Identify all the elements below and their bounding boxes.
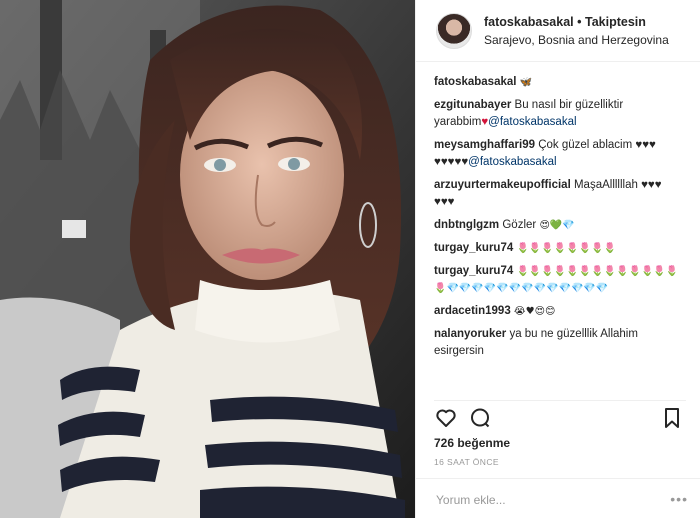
comment-emoji: 🌷🌷🌷🌷🌷🌷🌷🌷 <box>516 243 617 254</box>
post-photo[interactable] <box>0 0 415 518</box>
heart-outline-icon[interactable] <box>434 406 458 430</box>
comment-item: turgay_kuru74 🌷🌷🌷🌷🌷🌷🌷🌷🌷🌷🌷🌷🌷🌷💎💎💎💎💎💎💎💎💎💎💎💎… <box>434 263 684 297</box>
add-comment-bar: ••• <box>416 478 700 519</box>
comment-username[interactable]: arzuyurtermakeupofficial <box>434 179 571 191</box>
caption-text: 🦋 <box>519 77 533 88</box>
comment-username[interactable]: turgay_kuru74 <box>434 265 513 277</box>
comment-username[interactable]: ezgitunabayer <box>434 99 511 111</box>
bookmark-icon[interactable] <box>660 406 684 430</box>
actions-divider <box>434 400 686 401</box>
comment-list: fatoskabasakal 🦋 ezgitunabayer Bu nasıl … <box>416 62 700 360</box>
comment-username[interactable]: nalanyoruker <box>434 328 506 340</box>
caption: fatoskabasakal 🦋 <box>434 74 684 91</box>
comment-username[interactable]: turgay_kuru74 <box>434 242 513 254</box>
comment-username[interactable]: dnbtnglgzm <box>434 219 499 231</box>
comment-item: dnbtnglgzm Gözler 😍💚💎 <box>434 217 684 234</box>
comment-text: Çok güzel ablacim <box>538 139 633 151</box>
follow-status-button[interactable]: Takiptesin <box>585 15 646 29</box>
comment-item: arzuyurtermakeupofficial MaşaAllllllah ♥… <box>434 177 684 211</box>
comment-text: Gözler <box>502 219 537 231</box>
comment-item: ardacetin1993 😭♥😍😊 <box>434 303 684 320</box>
comment-item: nalanyoruker ya bu ne güzelllik Allahim … <box>434 326 684 360</box>
separator-dot: • <box>577 14 582 29</box>
post-header: fatoskabasakal • Takiptesin Sarajevo, Bo… <box>416 0 700 62</box>
comment-text: MaşaAllllllah <box>573 179 638 191</box>
caption-username[interactable]: fatoskabasakal <box>434 76 516 88</box>
comment-item: turgay_kuru74 🌷🌷🌷🌷🌷🌷🌷🌷 <box>434 240 684 257</box>
location-link[interactable]: Sarajevo, Bosnia and Herzegovina <box>484 31 669 49</box>
more-options-icon[interactable]: ••• <box>670 491 688 507</box>
instagram-post: fatoskabasakal • Takiptesin Sarajevo, Bo… <box>0 0 700 518</box>
header-username[interactable]: fatoskabasakal <box>484 15 574 29</box>
post-timestamp: 16 SAAT ÖNCE <box>434 457 499 467</box>
comment-mention[interactable]: @fatoskabasakal <box>488 116 576 128</box>
comment-emoji: 😭♥😍😊 <box>513 306 556 317</box>
comment-bubble-icon[interactable] <box>468 406 492 430</box>
post-sidebar: fatoskabasakal • Takiptesin Sarajevo, Bo… <box>415 0 700 518</box>
likes-count[interactable]: 726 beğenme <box>434 436 510 450</box>
comment-item: meysamghaffari99 Çok güzel ablacim ♥♥♥ ♥… <box>434 137 684 171</box>
comment-input[interactable] <box>434 489 668 511</box>
comment-emoji: 😍💚💎 <box>539 220 575 231</box>
selfie-image <box>0 0 415 518</box>
comment-mention[interactable]: @fatoskabasakal <box>468 156 556 168</box>
avatar[interactable] <box>436 12 472 49</box>
comment-item: ezgitunabayer Bu nasıl bir güzelliktir y… <box>434 97 684 131</box>
comment-username[interactable]: ardacetin1993 <box>434 305 511 317</box>
action-bar <box>434 406 684 430</box>
comment-username[interactable]: meysamghaffari99 <box>434 139 535 151</box>
